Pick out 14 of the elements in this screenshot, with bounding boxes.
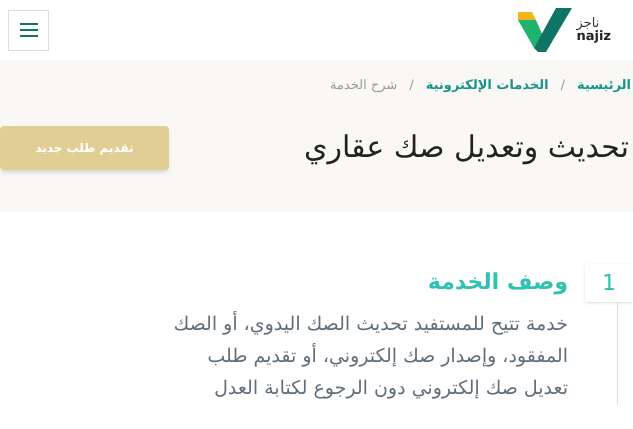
page-title: تحديث وتعديل صك عقاري: [304, 129, 629, 167]
breadcrumb-link[interactable]: الرئيسية: [576, 76, 631, 96]
menu-button[interactable]: [8, 10, 49, 50]
step-number: 1: [585, 264, 633, 302]
logo-arabic-text: ناجز: [576, 17, 600, 30]
step-title: وصف الخدمة: [426, 269, 568, 297]
step-description: خدمة تتيح للمستفيد تحديث الصك اليدوي، أو الصك المفقود، وإصدار صك إلكتروني، أو تقديم طلب تعديل صك إلكتروني دون الرجوع لكتابة العدل: [172, 310, 568, 401]
breadcrumb-separator: /: [560, 77, 565, 96]
checkmark-logo-icon: [516, 8, 572, 52]
logo-latin-text: najiz: [576, 30, 611, 43]
breadcrumb-current: شرح الخدمة: [330, 77, 398, 96]
menu-icon: [20, 23, 38, 37]
breadcrumb-separator: /: [409, 77, 414, 96]
breadcrumb-link[interactable]: الخدمات الإلكترونية: [426, 76, 549, 96]
